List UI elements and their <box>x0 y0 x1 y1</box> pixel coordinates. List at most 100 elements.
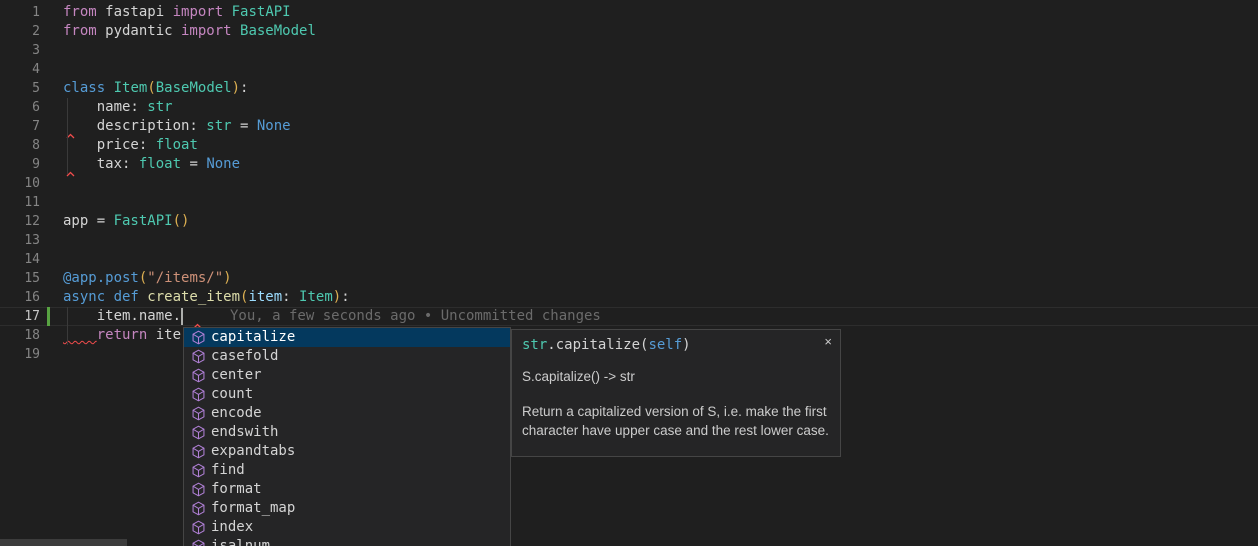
method-icon <box>190 520 206 536</box>
code-token: ite <box>147 327 181 343</box>
code-editor: 1 from fastapi import FastAPI 2from pydant… <box>0 0 1258 546</box>
suggest-item-format[interactable]: format <box>184 480 510 499</box>
code-token: None <box>257 118 291 134</box>
code-token: ) <box>682 337 690 353</box>
suggest-item-label: index <box>211 518 253 537</box>
close-icon[interactable]: × <box>824 334 832 349</box>
code-token: pydantic <box>97 23 173 39</box>
code-line[interactable]: 15@app.post("/items/") <box>0 269 1258 288</box>
method-icon <box>190 349 206 365</box>
code-token: async def <box>63 289 139 305</box>
code-line[interactable]: 10 <box>0 174 1258 193</box>
suggest-item-label: capitalize <box>211 328 295 347</box>
code-token: Item <box>299 289 333 305</box>
code-line[interactable]: 7 description: str = None <box>0 117 1258 136</box>
suggest-item-count[interactable]: count <box>184 385 510 404</box>
indent-guide <box>67 307 68 345</box>
suggest-item-endswith[interactable]: endswith <box>184 423 510 442</box>
suggest-item-label: find <box>211 461 245 480</box>
code-line[interactable]: 13 <box>0 231 1258 250</box>
line-number: 6 <box>0 98 40 117</box>
code-token: self <box>648 337 682 353</box>
line-number: 14 <box>0 250 40 269</box>
code-token: float <box>130 156 181 172</box>
suggest-docs-panel: str.capitalize(self) × S.capitalize() ->… <box>511 329 841 457</box>
code-token: str <box>198 118 232 134</box>
code-token: from <box>63 4 97 20</box>
line-number: 4 <box>0 60 40 79</box>
code-line[interactable]: 12app = FastAPI() <box>0 212 1258 231</box>
code-token: item <box>248 289 282 305</box>
suggest-item-format_map[interactable]: format_map <box>184 499 510 518</box>
code-token: app = <box>63 213 114 229</box>
line-number: 11 <box>0 193 40 212</box>
suggest-item-encode[interactable]: encode <box>184 404 510 423</box>
code-token: "/items/" <box>147 270 223 286</box>
code-token: Item <box>105 80 147 96</box>
suggest-item-label: expandtabs <box>211 442 295 461</box>
code-line[interactable]: 4 <box>0 60 1258 79</box>
indent-guide <box>67 98 68 174</box>
code-token: item.name. <box>63 308 181 324</box>
line-number: 19 <box>0 345 40 364</box>
code-line[interactable]: 8 price: float <box>0 136 1258 155</box>
code-token: ) <box>333 289 341 305</box>
code-token: BaseModel <box>232 23 316 39</box>
code-token: import <box>164 4 223 20</box>
line-number: 8 <box>0 136 40 155</box>
code-token: FastAPI <box>114 213 173 229</box>
code-line[interactable]: 2from pydantic import BaseModel <box>0 22 1258 41</box>
code-line[interactable]: 1 from fastapi import FastAPI <box>0 3 1258 22</box>
suggest-item-expandtabs[interactable]: expandtabs <box>184 442 510 461</box>
code-token: ) <box>232 80 240 96</box>
code-token: FastAPI <box>223 4 290 20</box>
suggest-list[interactable]: capitalizecasefoldcentercountencodeendsw… <box>183 327 511 546</box>
code-line[interactable]: 11 <box>0 193 1258 212</box>
suggest-item-label: encode <box>211 404 262 423</box>
suggest-item-casefold[interactable]: casefold <box>184 347 510 366</box>
line-number: 16 <box>0 288 40 307</box>
code-token: float <box>147 137 198 153</box>
suggest-item-center[interactable]: center <box>184 366 510 385</box>
code-token: = <box>181 156 206 172</box>
suggest-item-label: format <box>211 480 262 499</box>
code-token: : <box>282 289 299 305</box>
code-token: create_item <box>139 289 240 305</box>
code-token: ( <box>147 80 155 96</box>
line-number: 13 <box>0 231 40 250</box>
line-number: 1 <box>0 3 40 22</box>
code-token: = <box>232 118 257 134</box>
horizontal-scrollbar[interactable] <box>0 539 127 546</box>
suggest-item-label: endswith <box>211 423 278 442</box>
code-token: () <box>173 213 190 229</box>
code-line[interactable]: 3 <box>0 41 1258 60</box>
line-number: 2 <box>0 22 40 41</box>
code-line[interactable]: 16async def create_item(item: Item): <box>0 288 1258 307</box>
suggest-item-isalnum[interactable]: isalnum <box>184 537 510 546</box>
autocomplete-popup: capitalizecasefoldcentercountencodeendsw… <box>183 327 842 546</box>
suggest-item-capitalize[interactable]: capitalize <box>184 328 510 347</box>
line-number: 10 <box>0 174 40 193</box>
docs-signature: str.capitalize(self) <box>522 336 830 355</box>
code-line[interactable]: 6 name: str <box>0 98 1258 117</box>
method-icon <box>190 463 206 479</box>
code-token <box>63 327 97 343</box>
code-token: price: <box>63 137 147 153</box>
code-line[interactable]: 14 <box>0 250 1258 269</box>
code-token: fastapi <box>97 4 164 20</box>
code-token: name: <box>63 99 139 115</box>
suggest-item-label: count <box>211 385 253 404</box>
code-token: description: <box>63 118 198 134</box>
code-token: str <box>522 337 547 353</box>
git-blame-annotation: You, a few seconds ago • Uncommitted cha… <box>230 307 601 326</box>
code-line[interactable]: 17 item.name. You, a few seconds ago • Un… <box>0 307 1258 326</box>
suggest-item-find[interactable]: find <box>184 461 510 480</box>
method-icon <box>190 330 206 346</box>
code-token: str <box>139 99 173 115</box>
line-number: 9 <box>0 155 40 174</box>
code-line[interactable]: 5class Item(BaseModel): <box>0 79 1258 98</box>
suggest-item-index[interactable]: index <box>184 518 510 537</box>
code-line[interactable]: 9 tax: float = None <box>0 155 1258 174</box>
code-token: : <box>240 80 248 96</box>
line-number: 17 <box>0 307 40 326</box>
